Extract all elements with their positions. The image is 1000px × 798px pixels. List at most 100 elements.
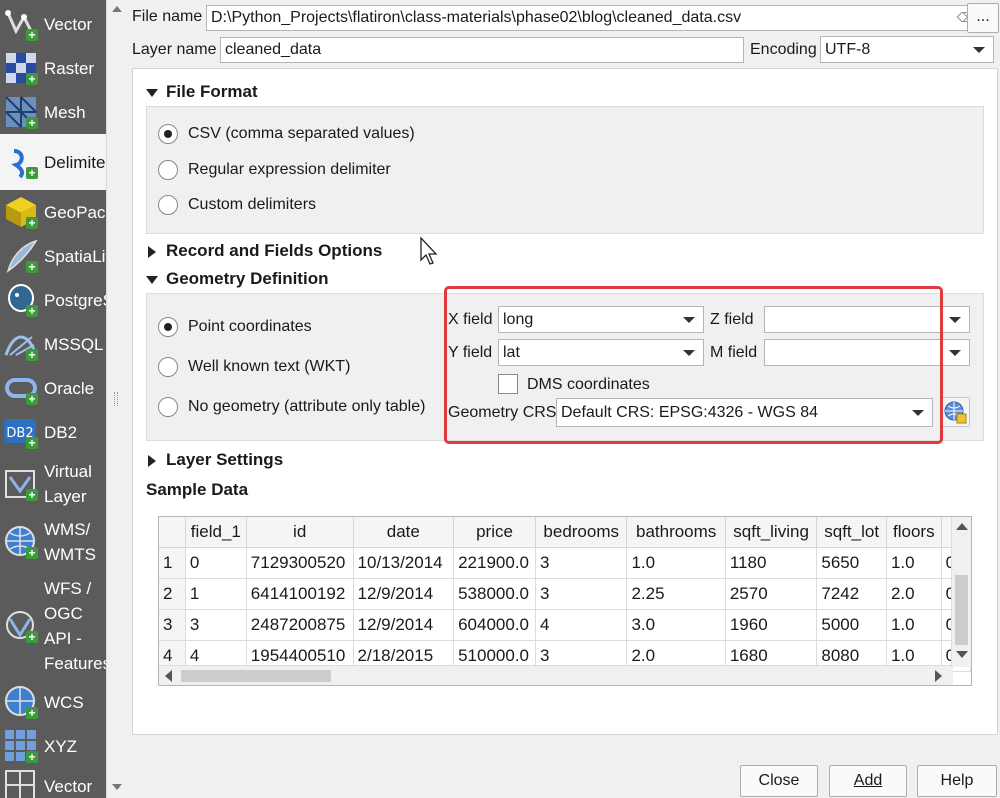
table-cell[interactable]: 7129300520 xyxy=(246,547,354,579)
row-header[interactable]: 3 xyxy=(159,609,186,641)
radio-checked-icon xyxy=(158,317,178,337)
table-cell[interactable]: 12/9/2014 xyxy=(353,578,455,610)
sidebar-item-wfs[interactable]: + WFS / OGC API - Features xyxy=(0,576,106,676)
table-cell[interactable]: 12/9/2014 xyxy=(353,609,455,641)
table-cell[interactable]: 2487200875 xyxy=(246,609,354,641)
table-cell[interactable]: 1.0 xyxy=(626,547,726,579)
scroll-down-icon[interactable] xyxy=(112,784,122,790)
radio-custom-label: Custom delimiters xyxy=(188,196,317,213)
record-fields-title: Record and Fields Options xyxy=(166,241,383,260)
help-button[interactable]: Help xyxy=(917,765,997,797)
sidebar-item-vector-tile[interactable]: Vector xyxy=(0,768,106,798)
expand-arrow-icon xyxy=(148,454,156,467)
scroll-thumb[interactable] xyxy=(181,670,331,682)
row-header[interactable]: 1 xyxy=(159,547,186,579)
table-cell[interactable]: 2570 xyxy=(725,578,818,610)
table-cell[interactable]: 0 xyxy=(185,547,247,579)
delimited-text-icon: + xyxy=(2,143,40,181)
sidebar-item-spatialite[interactable]: + SpatiaLit xyxy=(0,234,106,278)
sidebar-item-postgresql[interactable]: + PostgreS xyxy=(0,278,106,322)
column-header[interactable]: price xyxy=(453,517,536,548)
globe-icon xyxy=(944,401,967,424)
sidebar-item-vector[interactable]: + Vector xyxy=(0,2,106,46)
encoding-select[interactable]: UTF-8 xyxy=(820,36,994,63)
column-header[interactable]: id xyxy=(246,517,354,548)
sidebar-item-virtual-layer[interactable]: + Virtual Layer xyxy=(0,456,106,512)
sidebar-item-delimited-text[interactable]: + Delimite xyxy=(0,134,106,190)
radio-wkt-label: Well known text (WKT) xyxy=(188,358,351,375)
table-cell[interactable]: 3 xyxy=(535,547,628,579)
record-fields-section-toggle[interactable]: Record and Fields Options xyxy=(146,241,382,261)
crs-selector-button[interactable] xyxy=(940,397,970,427)
file-name-input[interactable]: D:\Python_Projects\flatiron\class-materi… xyxy=(206,5,984,31)
table-row[interactable]: 3 3 2487200875 12/9/2014 604000.0 4 3.0 1960 500… xyxy=(159,609,971,641)
scroll-thumb[interactable] xyxy=(955,575,968,645)
scroll-down-icon[interactable] xyxy=(956,651,968,658)
table-cell[interactable]: 2.25 xyxy=(626,578,726,610)
row-header[interactable]: 2 xyxy=(159,578,186,610)
radio-point-coordinates[interactable]: Point coordinates xyxy=(158,317,312,337)
sample-data-table[interactable]: field_1 id date price bedrooms bathrooms… xyxy=(158,516,972,686)
sidebar-item-mssql[interactable]: + MSSQL xyxy=(0,322,106,366)
column-header[interactable]: bedrooms xyxy=(535,517,628,548)
table-cell[interactable]: 10/13/2014 xyxy=(353,547,455,579)
table-cell[interactable]: 221900.0 xyxy=(453,547,536,579)
sidebar-item-raster[interactable]: + Raster xyxy=(0,46,106,90)
table-cell[interactable]: 1.0 xyxy=(886,547,942,579)
radio-custom[interactable]: Custom delimiters xyxy=(158,195,316,215)
table-cell[interactable]: 1.0 xyxy=(886,609,942,641)
browse-button[interactable]: ... xyxy=(967,3,999,33)
column-header[interactable]: bathrooms xyxy=(626,517,726,548)
table-cell[interactable]: 5650 xyxy=(816,547,887,579)
geometry-section-toggle[interactable]: Geometry Definition xyxy=(146,269,328,289)
sidebar-item-xyz[interactable]: + XYZ xyxy=(0,724,106,768)
data-source-sidebar: + Vector + Raster + Mesh + Delimite + Ge… xyxy=(0,0,106,798)
column-header[interactable]: field_1 xyxy=(185,517,247,548)
collapse-arrow-icon xyxy=(146,88,158,97)
layer-name-input[interactable]: cleaned_data xyxy=(220,37,744,63)
sidebar-item-wms[interactable]: + WMS/ WMTS xyxy=(0,514,106,570)
scroll-up-icon[interactable] xyxy=(112,6,122,12)
table-cell[interactable]: 1 xyxy=(185,578,247,610)
column-header[interactable]: sqft_lot xyxy=(816,517,887,548)
table-cell[interactable]: 538000.0 xyxy=(453,578,536,610)
table-cell[interactable]: 3.0 xyxy=(626,609,726,641)
layer-settings-section-toggle[interactable]: Layer Settings xyxy=(146,450,283,470)
sidebar-item-wcs[interactable]: + WCS xyxy=(0,680,106,724)
scroll-left-icon[interactable] xyxy=(165,670,172,682)
radio-regex[interactable]: Regular expression delimiter xyxy=(158,160,391,180)
radio-wkt[interactable]: Well known text (WKT) xyxy=(158,357,350,377)
chevron-down-icon xyxy=(949,317,961,323)
add-button[interactable]: Add xyxy=(829,765,907,797)
sidebar-item-mesh[interactable]: + Mesh xyxy=(0,90,106,134)
sidebar-item-oracle[interactable]: + Oracle xyxy=(0,366,106,410)
table-row[interactable]: 2 1 6414100192 12/9/2014 538000.0 3 2.25 2570 72… xyxy=(159,578,971,610)
table-cell[interactable]: 7242 xyxy=(816,578,887,610)
sidebar-item-db2[interactable]: DB2 + DB2 xyxy=(0,410,106,454)
table-cell[interactable]: 6414100192 xyxy=(246,578,354,610)
file-format-section-toggle[interactable]: File Format xyxy=(146,82,258,102)
table-cell[interactable]: 1960 xyxy=(725,609,818,641)
table-cell[interactable]: 2.0 xyxy=(886,578,942,610)
column-header[interactable]: sqft_living xyxy=(725,517,818,548)
scroll-up-icon[interactable] xyxy=(956,523,968,530)
radio-csv[interactable]: CSV (comma separated values) xyxy=(158,124,415,144)
close-button[interactable]: Close xyxy=(740,765,818,797)
scroll-right-icon[interactable] xyxy=(935,670,942,682)
sidebar-splitter[interactable] xyxy=(106,0,126,798)
corner-header xyxy=(159,517,186,548)
oracle-icon: + xyxy=(2,369,40,407)
table-horizontal-scrollbar[interactable] xyxy=(159,665,953,685)
column-header[interactable]: date xyxy=(353,517,455,548)
table-row[interactable]: 1 0 7129300520 10/13/2014 221900.0 3 1.0 1180 56… xyxy=(159,547,971,579)
table-cell[interactable]: 3 xyxy=(535,578,628,610)
table-cell[interactable]: 3 xyxy=(185,609,247,641)
column-header[interactable]: floors xyxy=(886,517,942,548)
table-vertical-scrollbar[interactable] xyxy=(951,517,971,667)
table-cell[interactable]: 5000 xyxy=(816,609,887,641)
table-cell[interactable]: 4 xyxy=(535,609,628,641)
table-cell[interactable]: 1180 xyxy=(725,547,818,579)
radio-no-geometry[interactable]: No geometry (attribute only table) xyxy=(158,397,425,417)
table-cell[interactable]: 604000.0 xyxy=(453,609,536,641)
sidebar-item-geopackage[interactable]: + GeoPack xyxy=(0,190,106,234)
